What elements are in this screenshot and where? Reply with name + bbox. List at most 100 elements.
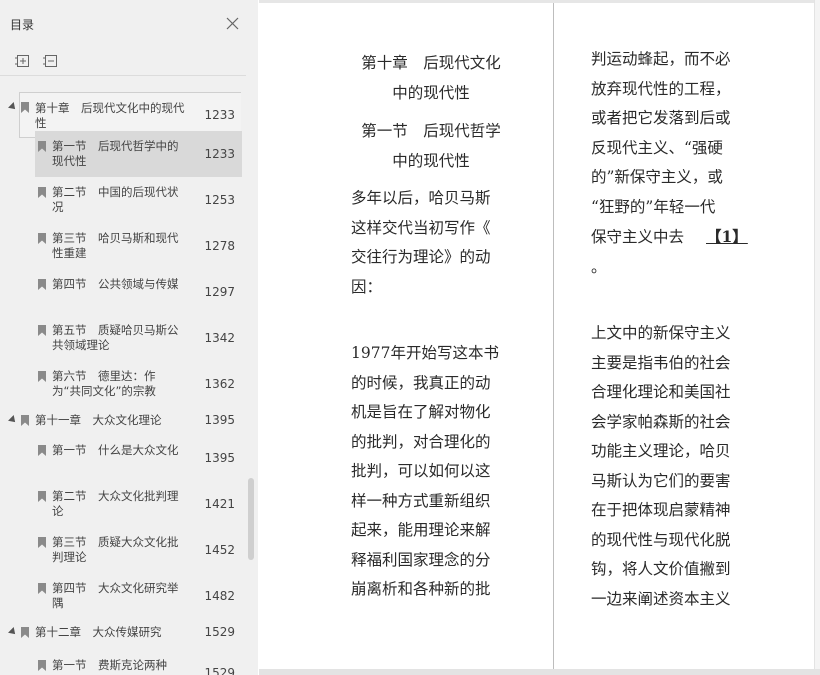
toc-section-10-4[interactable]: 第四节 公共领域与传媒 1297 [0,269,246,315]
toc-label: 第二节 大众文化批判理论 [52,489,179,518]
toc-section-11-3[interactable]: 第三节 质疑大众文化批判理论 1452 [0,527,246,573]
text-line: 的批判，对合理化的 [351,432,491,451]
bookmark-icon [38,537,46,548]
toc-section-11-4[interactable]: 第四节 大众文化研究举隅 1482 [0,573,246,619]
toc-page-number: 1395 [204,413,235,427]
paragraph: 判运动蜂起，而不必 放弃现代性的工程， 或者把它发落到后或 反现代主义、“强硬 … [591,45,791,282]
text-line: 因： [351,277,383,296]
collapse-all-icon[interactable] [42,52,60,70]
text-line: 1977年开始写这本书 [351,344,499,362]
toc-label: 第四节 大众文化研究举隅 [52,581,179,610]
toc-page-number: 1297 [204,285,235,299]
paragraph: 多年以后，哈贝马斯 这样交代当初写作《 交往行为理论》的动 因： [351,184,511,302]
toc-label: 第三节 质疑大众文化批判理论 [52,535,179,564]
text-line: 在于把体现启蒙精神 [591,501,731,519]
sidebar-scrollbar-track[interactable] [246,0,258,675]
text-line: 多年以后，哈贝马斯 [351,189,491,207]
section-heading-line: 中的现代性 [392,152,470,170]
toc-section-10-1[interactable]: 第一节 后现代哲学中的现代性 1233 [0,131,246,177]
text-line: 起来，能用理论来解 [351,521,491,539]
toc-page-number: 1529 [204,666,235,675]
toc-label: 第三节 哈贝马斯和现代性重建 [52,231,179,260]
bookmark-icon [21,627,29,638]
toc-chapter-11[interactable]: 第十一章 大众文化理论 1395 [0,407,246,435]
text-line: 保守主义中去 【1】 [591,222,791,253]
bookmark-icon [38,141,46,152]
text-line: 崩离析和各种新的批 [351,580,491,598]
bookmark-icon [38,583,46,594]
sidebar-title: 目录 [10,18,35,32]
right-column: 判运动蜂起，而不必 放弃现代性的工程， 或者把它发落到后或 反现代主义、“强硬 … [591,45,791,614]
bookmark-icon [21,102,29,113]
section-heading: 第一节 后现代哲学 中的现代性 [351,116,511,176]
toc-section-12-1[interactable]: 第一节 费斯克论两种 1529 [0,650,246,675]
text-line: 合理化理论和美国社 [591,383,731,401]
toc-section-10-2[interactable]: 第二节 中国的后现代状况 1253 [0,177,246,223]
close-icon[interactable] [226,17,239,30]
text-line: “狂野的”年轻一代 [591,197,716,216]
toc-label: 第一节 什么是大众文化 [52,443,179,457]
bookmark-icon [38,187,46,198]
text-line: 上文中的新保守主义 [591,324,731,342]
bookmark-icon [38,371,46,382]
toc-label: 第十一章 大众文化理论 [35,413,162,427]
toc-page-number: 1362 [204,377,235,391]
toc-page-number: 1233 [204,147,235,161]
page-bottom-edge [259,669,820,675]
sidebar-toolbar [0,48,246,76]
toc-page-number: 1421 [204,497,235,511]
toc-label: 第十二章 大众传媒研究 [35,625,162,639]
bookmark-icon [38,279,46,290]
paragraph: 上文中的新保守主义 主要是指韦伯的社会 合理化理论和美国社 会学家帕森斯的社会 … [591,319,791,614]
text-line: 主要是指韦伯的社会 [591,353,731,372]
text-line: 释福利国家理念的分 [351,550,491,569]
toc-sidebar: 目录 第十章 后现代文化中的现代性 1233 第一节 后现代哲学中的现代性 12… [0,0,247,675]
toc-section-11-2[interactable]: 第二节 大众文化批判理论 1421 [0,481,246,527]
text-line: 样一种方式重新组织 [351,491,491,510]
section-heading-line: 第一节 后现代哲学 [361,122,501,140]
chapter-heading-line: 中的现代性 [392,84,470,102]
toc-section-11-1[interactable]: 第一节 什么是大众文化 1395 [0,435,246,481]
text-line: 钩，将人文价值撇到 [591,560,731,578]
toc-chapter-12[interactable]: 第十二章 大众传媒研究 1529 [0,619,246,647]
page-right-edge [814,0,820,675]
bookmark-icon [38,233,46,244]
text-line: 批判，可以如何以这 [351,462,491,480]
text-line: 一边来阐述资本主义 [591,589,731,608]
text-line: 这样交代当初写作《 [351,218,491,237]
toc-label: 第十章 后现代文化中的现代性 [35,101,185,130]
bookmark-icon [38,445,46,456]
bookmark-icon [38,491,46,502]
expanded-caret-icon[interactable] [8,627,18,637]
expanded-caret-icon[interactable] [8,102,18,112]
toc-page-number: 1278 [204,239,235,253]
footnote-link[interactable]: 【1】 [706,227,748,246]
quote-paragraph: 1977年开始写这本书 的时候，我真正的动 机是旨在了解对物化 的批判，对合理化… [351,339,511,605]
toc-label: 第一节 后现代哲学中的现代性 [52,139,179,168]
document-view: 第十章 后现代文化 中的现代性 第一节 后现代哲学 中的现代性 多年以后，哈贝马… [259,0,820,675]
toc-page-number: 1395 [204,451,235,465]
text-segment: 保守主义中去 [591,228,685,246]
bookmark-icon [38,660,46,671]
bookmark-icon [21,415,29,426]
text-line: 。 [591,257,607,276]
toc-page-number: 1253 [204,193,235,207]
toc-label: 第一节 费斯克论两种 [52,658,167,672]
text-line: 或者把它发落到后或 [591,109,731,127]
text-line: 反现代主义、“强硬 [591,138,723,157]
expanded-caret-icon[interactable] [8,415,18,425]
text-line: 的现代性与现代化脱 [591,530,731,549]
page-top-edge [259,0,820,3]
toc-section-10-6[interactable]: 第六节 德里达：作为“共同文化”的宗教 1362 [0,361,246,407]
toc-section-10-5[interactable]: 第五节 质疑哈贝马斯公共领域理论 1342 [0,315,246,361]
text-line: 判运动蜂起，而不必 [591,50,731,68]
toc-page-number: 1233 [204,108,235,122]
text-line: 交往行为理论》的动 [351,248,491,266]
text-line: 功能主义理论，哈贝 [591,442,731,460]
chapter-heading: 第十章 后现代文化 中的现代性 [351,48,511,108]
sidebar-header: 目录 [0,0,246,44]
sidebar-scrollbar-thumb[interactable] [248,478,254,560]
toc-page-number: 1529 [204,625,235,639]
toc-section-10-3[interactable]: 第三节 哈贝马斯和现代性重建 1278 [0,223,246,269]
expand-all-icon[interactable] [14,52,32,70]
